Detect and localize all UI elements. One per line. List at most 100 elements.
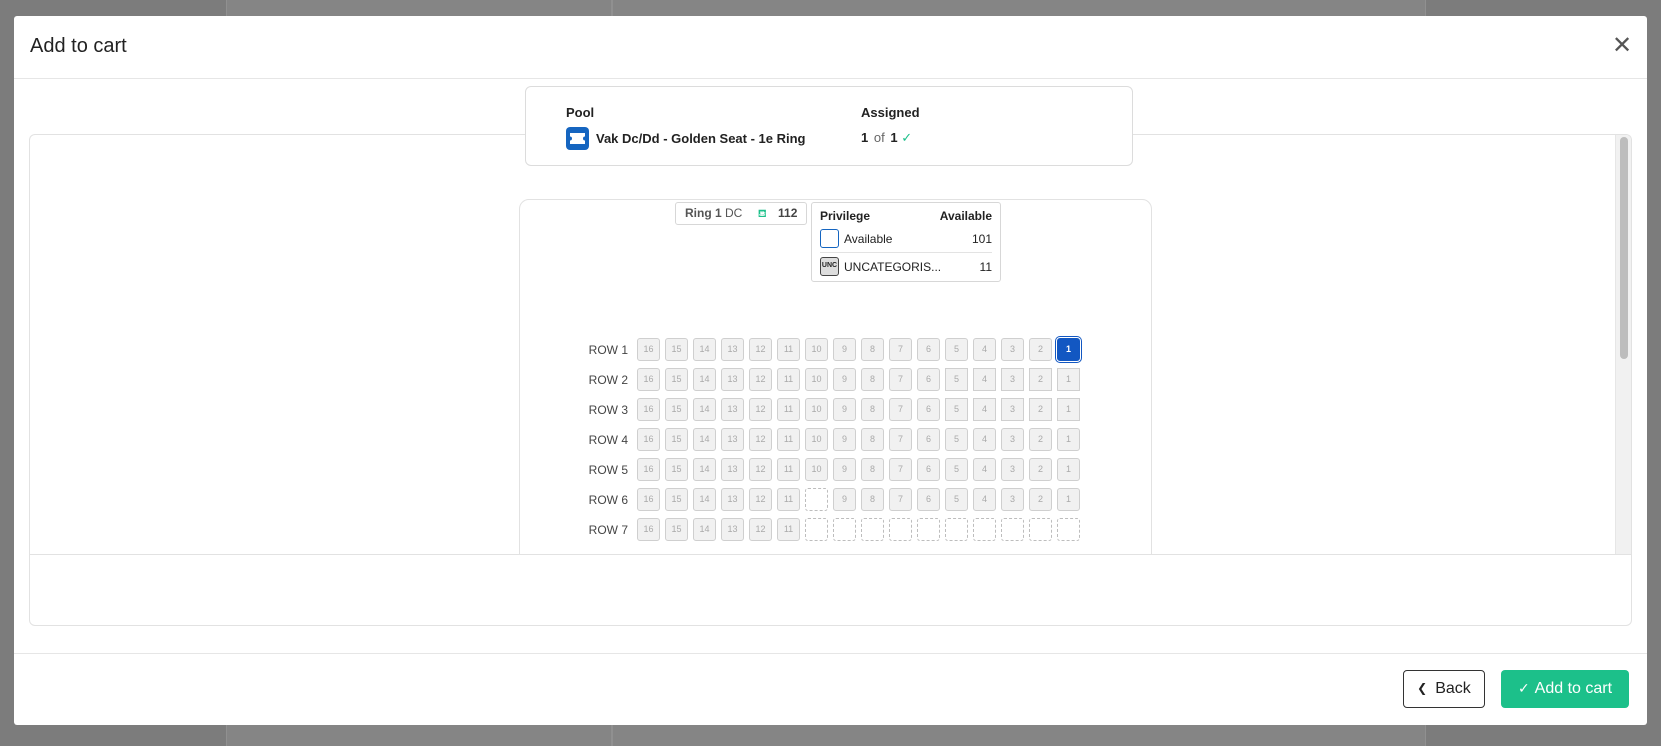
seat[interactable]: 4 <box>973 428 996 451</box>
seat[interactable]: 13 <box>721 338 744 361</box>
seat[interactable]: 7 <box>889 458 912 481</box>
seat[interactable]: 7 <box>889 428 912 451</box>
seat[interactable]: 6 <box>917 338 940 361</box>
seat[interactable]: 7 <box>889 398 912 421</box>
seat[interactable]: 11 <box>777 368 800 391</box>
seat[interactable]: 1 <box>1057 488 1080 511</box>
seat[interactable]: 12 <box>749 518 772 541</box>
seat[interactable]: 10 <box>805 398 828 421</box>
seat[interactable]: 12 <box>749 428 772 451</box>
seat[interactable]: 16 <box>637 458 660 481</box>
seat[interactable]: 6 <box>917 368 940 391</box>
seat[interactable]: 4 <box>973 398 996 421</box>
scrollbar-thumb[interactable] <box>1620 137 1628 359</box>
seat[interactable]: 5 <box>945 428 968 451</box>
seat[interactable]: 1 <box>1057 458 1080 481</box>
seat[interactable]: 12 <box>749 338 772 361</box>
seat[interactable]: 11 <box>777 398 800 421</box>
seat[interactable]: 7 <box>889 338 912 361</box>
seat[interactable]: 10 <box>805 338 828 361</box>
add-to-cart-button[interactable]: ✓ Add to cart <box>1501 670 1629 708</box>
seat[interactable]: 8 <box>861 368 884 391</box>
seat[interactable]: 5 <box>945 338 968 361</box>
seat[interactable]: 13 <box>721 428 744 451</box>
seat[interactable]: 2 <box>1029 488 1052 511</box>
seat[interactable]: 11 <box>777 338 800 361</box>
seat[interactable]: 14 <box>693 488 716 511</box>
seat[interactable]: 11 <box>777 428 800 451</box>
seat[interactable]: 5 <box>945 398 968 421</box>
seat[interactable]: 8 <box>861 398 884 421</box>
seat[interactable]: 9 <box>833 338 856 361</box>
seatmap-canvas[interactable]: Ring 1 DC ⛾ 112 Privilege Available Avai… <box>29 134 1632 554</box>
seat[interactable]: 14 <box>693 458 716 481</box>
seat[interactable]: 9 <box>833 368 856 391</box>
seat[interactable]: 11 <box>777 518 800 541</box>
seat[interactable]: 15 <box>665 398 688 421</box>
seat[interactable]: 14 <box>693 398 716 421</box>
seat[interactable]: 13 <box>721 518 744 541</box>
seat[interactable]: 12 <box>749 398 772 421</box>
seat[interactable]: 12 <box>749 488 772 511</box>
seat[interactable]: 8 <box>861 428 884 451</box>
seat[interactable]: 2 <box>1029 428 1052 451</box>
seat[interactable]: 16 <box>637 428 660 451</box>
seat[interactable]: 15 <box>665 518 688 541</box>
seat[interactable]: 15 <box>665 488 688 511</box>
seat[interactable]: 13 <box>721 488 744 511</box>
seat[interactable]: 13 <box>721 398 744 421</box>
seat[interactable]: 8 <box>861 488 884 511</box>
seat[interactable]: 16 <box>637 398 660 421</box>
seat[interactable]: 2 <box>1029 338 1052 361</box>
seat[interactable]: 6 <box>917 488 940 511</box>
seat[interactable]: 13 <box>721 458 744 481</box>
seat[interactable]: 1 <box>1057 338 1080 361</box>
seat[interactable]: 3 <box>1001 368 1024 391</box>
seat[interactable]: 2 <box>1029 458 1052 481</box>
seat[interactable]: 6 <box>917 458 940 481</box>
seat[interactable]: 9 <box>833 428 856 451</box>
seat[interactable]: 16 <box>637 338 660 361</box>
seat[interactable]: 9 <box>833 458 856 481</box>
seat[interactable]: 1 <box>1057 368 1080 391</box>
seat[interactable]: 2 <box>1029 368 1052 391</box>
legend-item-available[interactable]: Available 101 <box>820 225 992 251</box>
seat[interactable]: 16 <box>637 518 660 541</box>
seat[interactable]: 9 <box>833 398 856 421</box>
seat[interactable]: 3 <box>1001 428 1024 451</box>
seat[interactable]: 3 <box>1001 458 1024 481</box>
seat[interactable]: 10 <box>805 428 828 451</box>
seat[interactable]: 10 <box>805 458 828 481</box>
seat[interactable]: 4 <box>973 488 996 511</box>
seat[interactable]: 4 <box>973 368 996 391</box>
seat[interactable]: 15 <box>665 368 688 391</box>
seat[interactable]: 7 <box>889 368 912 391</box>
seat[interactable]: 16 <box>637 488 660 511</box>
seat[interactable]: 15 <box>665 338 688 361</box>
seat[interactable]: 15 <box>665 428 688 451</box>
seat[interactable]: 14 <box>693 368 716 391</box>
seat[interactable]: 9 <box>833 488 856 511</box>
seat[interactable]: 11 <box>777 458 800 481</box>
seat[interactable]: 12 <box>749 458 772 481</box>
seat[interactable]: 5 <box>945 458 968 481</box>
seat[interactable]: 1 <box>1057 428 1080 451</box>
seat[interactable]: 16 <box>637 368 660 391</box>
seat[interactable]: 3 <box>1001 338 1024 361</box>
seat[interactable]: 3 <box>1001 398 1024 421</box>
seat[interactable]: 1 <box>1057 398 1080 421</box>
seat[interactable]: 6 <box>917 398 940 421</box>
seat[interactable]: 8 <box>861 458 884 481</box>
legend-item-uncategorised[interactable]: UNC UNCATEGORIS... 11 <box>820 253 992 279</box>
seat[interactable]: 4 <box>973 338 996 361</box>
seat[interactable]: 7 <box>889 488 912 511</box>
seat[interactable]: 11 <box>777 488 800 511</box>
seat[interactable]: 13 <box>721 368 744 391</box>
seat[interactable]: 6 <box>917 428 940 451</box>
seat[interactable]: 3 <box>1001 488 1024 511</box>
seat[interactable]: 14 <box>693 518 716 541</box>
seat[interactable]: 5 <box>945 488 968 511</box>
seat[interactable]: 4 <box>973 458 996 481</box>
back-button[interactable]: ❮ Back <box>1403 670 1485 708</box>
vertical-scrollbar[interactable] <box>1615 135 1631 554</box>
